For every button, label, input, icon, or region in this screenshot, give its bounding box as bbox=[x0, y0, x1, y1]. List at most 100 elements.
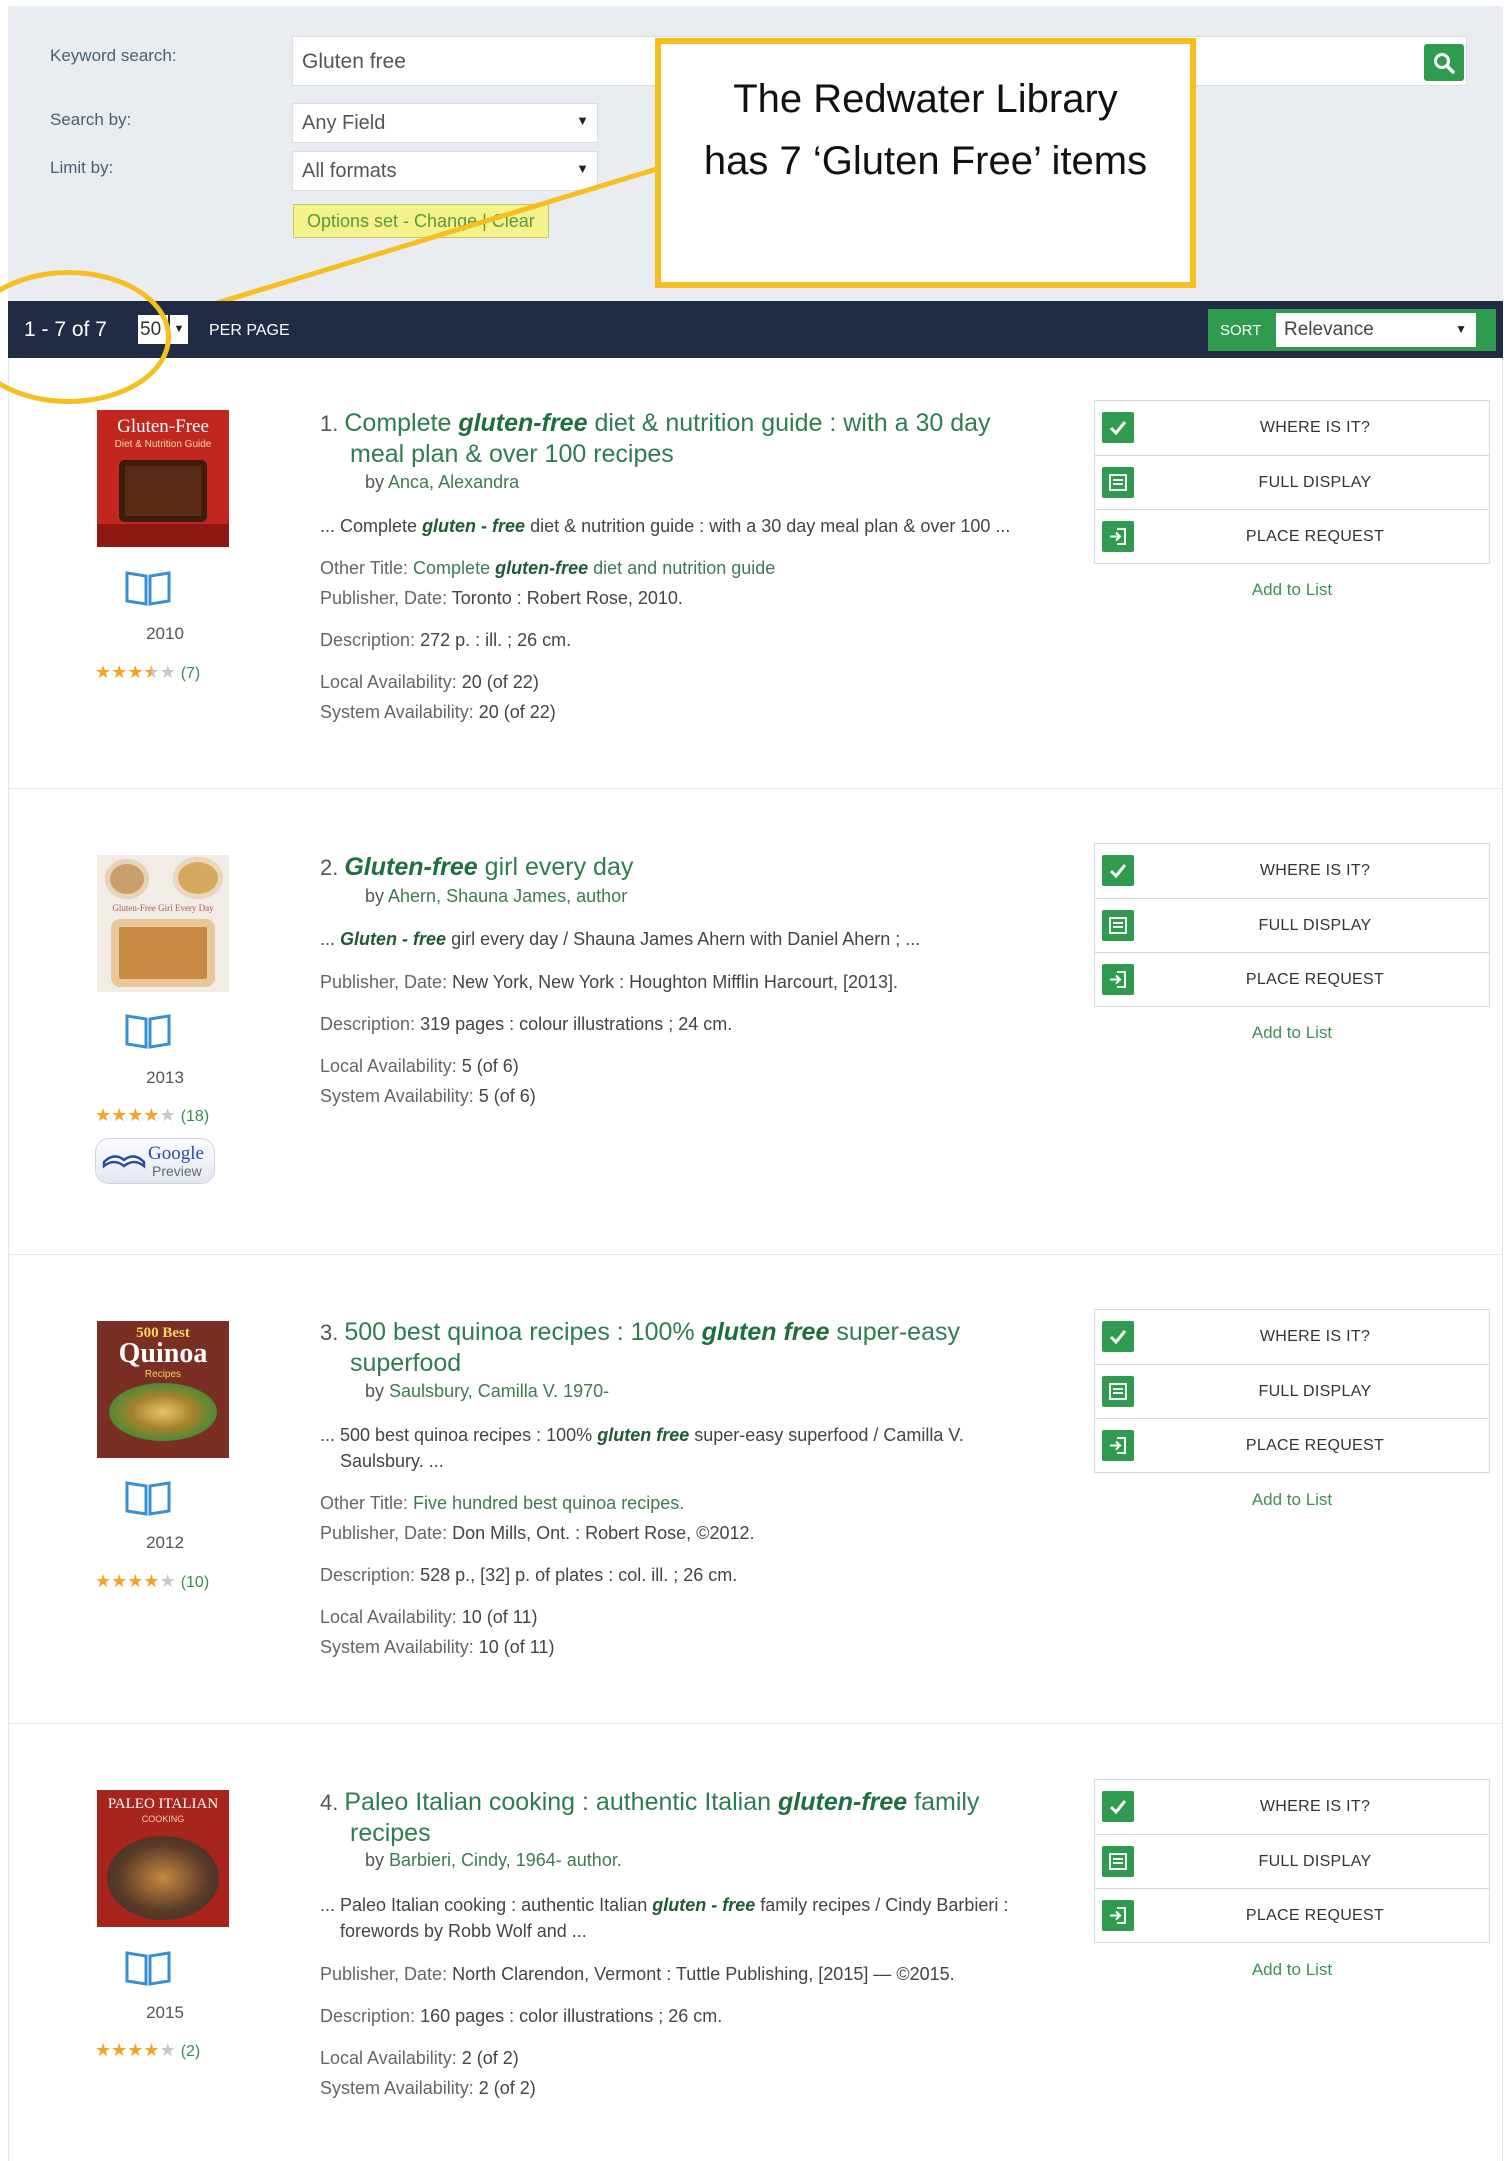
check-icon bbox=[1102, 1321, 1134, 1352]
book-format-icon bbox=[124, 1950, 172, 1986]
field-label: Description: bbox=[320, 1014, 416, 1034]
sort-value: Relevance bbox=[1284, 319, 1374, 340]
add-to-list-link[interactable]: Add to List bbox=[1094, 1960, 1490, 1980]
snippet-text: ... bbox=[320, 929, 336, 949]
snippet: ... Paleo Italian cooking : authentic It… bbox=[320, 1892, 1040, 1944]
snippet: ... 500 best quinoa recipes : 100% glute… bbox=[320, 1422, 1040, 1474]
cover-subtitle: COOKING bbox=[141, 1814, 185, 1824]
star-icon: ★ bbox=[143, 1105, 160, 1125]
field-value: New York, New York : Houghton Mifflin Ha… bbox=[452, 972, 898, 992]
where-is-it-button[interactable]: WHERE IS IT? bbox=[1095, 844, 1489, 898]
other-title: Other Title: Complete gluten-free diet a… bbox=[320, 555, 1040, 581]
result-title[interactable]: 2. Gluten-free girl every day bbox=[320, 852, 1030, 883]
title-highlight: Gluten-free bbox=[344, 853, 478, 881]
full-display-button[interactable]: FULL DISPLAY bbox=[1095, 1364, 1489, 1418]
star-icon: ★ bbox=[111, 662, 128, 682]
field-value: Toronto : Robert Rose, 2010. bbox=[451, 588, 683, 608]
where-is-it-button[interactable]: WHERE IS IT? bbox=[1095, 401, 1489, 455]
star-rating: ★★★★★ (18) bbox=[95, 1105, 245, 1126]
sort-select[interactable]: Relevance ▼ bbox=[1276, 313, 1476, 347]
add-to-list-link[interactable]: Add to List bbox=[1094, 1023, 1490, 1043]
field-label: Description: bbox=[320, 1565, 416, 1585]
list-icon bbox=[1102, 1846, 1134, 1877]
full-display-label: FULL DISPLAY bbox=[1258, 474, 1372, 491]
open-book-icon bbox=[102, 1155, 146, 1169]
where-is-it-label: WHERE IS IT? bbox=[1259, 1328, 1371, 1345]
publisher-line: Publisher, Date: North Clarendon, Vermon… bbox=[320, 1961, 1040, 1987]
snippet-highlight: gluten free bbox=[597, 1425, 690, 1445]
title-text: girl every day bbox=[484, 853, 634, 881]
author-line: by Saulsbury, Camilla V. 1970- bbox=[365, 1381, 609, 1402]
google-preview-button[interactable]: Google Preview bbox=[95, 1138, 215, 1184]
full-display-button[interactable]: FULL DISPLAY bbox=[1095, 898, 1489, 952]
add-to-list-link[interactable]: Add to List bbox=[1094, 1490, 1490, 1510]
book-cover[interactable]: PALEO ITALIAN COOKING bbox=[97, 1790, 229, 1927]
preview-label: Preview bbox=[152, 1163, 202, 1179]
field-label: System Availability: bbox=[320, 702, 474, 722]
add-to-list-link[interactable]: Add to List bbox=[1094, 580, 1490, 600]
field-label: Local Availability: bbox=[320, 1607, 457, 1627]
check-icon bbox=[1102, 412, 1134, 443]
title-text: family bbox=[914, 1788, 980, 1816]
per-page-label: PER PAGE bbox=[209, 322, 290, 339]
result-divider bbox=[8, 1723, 1503, 1724]
snippet-text: girl every day / Shauna James Ahern with… bbox=[451, 929, 921, 949]
author-link[interactable]: Barbieri, Cindy, 1964- author. bbox=[389, 1850, 622, 1870]
field-value: North Clarendon, Vermont : Tuttle Publis… bbox=[452, 1964, 955, 1984]
result-title[interactable]: 1. Complete gluten-free diet & nutrition … bbox=[320, 408, 1030, 470]
star-icon: ★ bbox=[95, 2040, 112, 2060]
book-cover[interactable]: Gluten-Free Diet & Nutrition Guide bbox=[97, 410, 229, 547]
description-line: Description: 528 p., [32] p. of plates :… bbox=[320, 1562, 1040, 1588]
full-display-label: FULL DISPLAY bbox=[1258, 1383, 1372, 1400]
author-link[interactable]: Ahern, Shauna James, author bbox=[388, 886, 627, 906]
field-label: Local Availability: bbox=[320, 672, 457, 692]
star-icon: ★ bbox=[159, 1105, 176, 1125]
place-request-button[interactable]: PLACE REQUEST bbox=[1095, 1888, 1489, 1942]
star-rating: ★★★★★ (7) bbox=[95, 662, 245, 683]
place-request-button[interactable]: PLACE REQUEST bbox=[1095, 1418, 1489, 1472]
field-value: 10 (of 11) bbox=[478, 1637, 555, 1657]
system-availability: System Availability: 2 (of 2) bbox=[320, 2075, 1040, 2101]
author-link[interactable]: Anca, Alexandra bbox=[388, 472, 519, 492]
list-icon bbox=[1102, 910, 1134, 941]
place-request-label: PLACE REQUEST bbox=[1245, 1437, 1385, 1454]
author-link[interactable]: Saulsbury, Camilla V. 1970- bbox=[389, 1381, 609, 1401]
field-value: diet and nutrition guide bbox=[593, 558, 776, 578]
place-request-button[interactable]: PLACE REQUEST bbox=[1095, 952, 1489, 1006]
full-display-button[interactable]: FULL DISPLAY bbox=[1095, 1834, 1489, 1888]
snippet-text: family recipes / Cindy Barbieri : bbox=[760, 1895, 1009, 1915]
field-value: 2 (of 2) bbox=[478, 2078, 536, 2098]
cover-title: Quinoa bbox=[118, 1338, 208, 1369]
author-line: by Ahern, Shauna James, author bbox=[365, 886, 627, 907]
where-is-it-button[interactable]: WHERE IS IT? bbox=[1095, 1780, 1489, 1834]
where-is-it-button[interactable]: WHERE IS IT? bbox=[1095, 1310, 1489, 1364]
field-label: Publisher, Date: bbox=[320, 1964, 448, 1984]
where-is-it-label: WHERE IS IT? bbox=[1259, 419, 1371, 436]
check-icon bbox=[1102, 1791, 1134, 1822]
place-request-label: PLACE REQUEST bbox=[1245, 528, 1385, 545]
by-label: by bbox=[365, 1850, 385, 1870]
field-label: Publisher, Date: bbox=[320, 588, 448, 608]
title-text: recipes bbox=[350, 1819, 431, 1847]
result-title[interactable]: 4. Paleo Italian cooking : authentic Ital… bbox=[320, 1787, 1030, 1849]
star-icon: ★ bbox=[159, 1571, 176, 1591]
field-value: Don Mills, Ont. : Robert Rose, ©2012. bbox=[452, 1523, 755, 1543]
snippet-text: super-easy superfood / Camilla V. bbox=[694, 1425, 964, 1445]
star-rating: ★★★★★ (2) bbox=[95, 2040, 245, 2061]
full-display-button[interactable]: FULL DISPLAY bbox=[1095, 455, 1489, 509]
title-text: Complete bbox=[344, 409, 452, 437]
title-text: super-easy bbox=[836, 1318, 960, 1346]
book-cover[interactable]: 500 Best Quinoa Recipes bbox=[97, 1321, 229, 1458]
publisher-line: Publisher, Date: Toronto : Robert Rose, … bbox=[320, 585, 1040, 611]
per-page-dropdown-icon[interactable]: ▼ bbox=[170, 315, 188, 344]
field-value: Five hundred best quinoa recipes. bbox=[413, 1493, 685, 1513]
star-icon: ★ bbox=[143, 2040, 160, 2060]
author-line: by Anca, Alexandra bbox=[365, 472, 519, 493]
result-title[interactable]: 3. 500 best quinoa recipes : 100% gluten … bbox=[320, 1317, 1030, 1379]
place-request-button[interactable]: PLACE REQUEST bbox=[1095, 509, 1489, 563]
sign-in-icon bbox=[1102, 521, 1134, 552]
local-availability: Local Availability: 10 (of 11) bbox=[320, 1604, 1040, 1630]
book-cover[interactable]: Gluten-Free Girl Every Day bbox=[97, 855, 229, 992]
check-icon bbox=[1102, 855, 1134, 886]
field-label: Other Title: bbox=[320, 1493, 409, 1513]
